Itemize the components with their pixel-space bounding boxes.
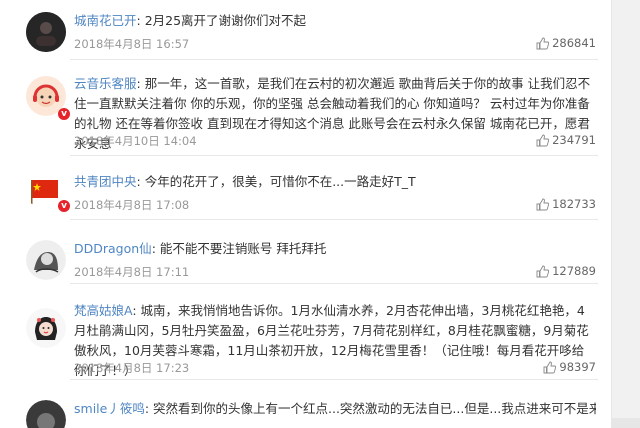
comment-time: 2018年4月8日 17:11 bbox=[74, 265, 190, 279]
comment-username[interactable]: smile丿筱鸣 bbox=[74, 401, 145, 416]
thumb-up-icon bbox=[536, 134, 550, 146]
user-avatar[interactable] bbox=[26, 400, 66, 428]
comment-time: 2018年4月8日 16:57 bbox=[74, 37, 190, 51]
scrollbar[interactable] bbox=[611, 0, 640, 428]
like-button[interactable]: 182733 bbox=[536, 197, 596, 211]
verified-badge-icon: v bbox=[58, 108, 70, 120]
dark-circle-avatar-icon bbox=[26, 12, 66, 52]
comment-meta: 2018年4月8日 17:08 182733 bbox=[74, 197, 596, 215]
comment-username[interactable]: 云音乐客服 bbox=[74, 76, 137, 91]
girl-portrait-avatar-icon bbox=[26, 308, 66, 348]
comment-username[interactable]: DDDragon仙 bbox=[74, 241, 152, 256]
comment-item: 城南花已开: 2月25离开了谢谢你们对不起 2018年4月8日 16:57 28… bbox=[0, 0, 612, 60]
verified-badge-icon: v bbox=[58, 200, 70, 212]
comment-username[interactable]: 梵高姑娘A bbox=[74, 303, 132, 318]
sketch-portrait-avatar-icon bbox=[26, 240, 66, 280]
comment-body: : 今年的花开了，很美，可惜你不在...一路走好T_T bbox=[136, 174, 416, 189]
thumb-up-icon bbox=[536, 265, 550, 277]
thumb-up-icon bbox=[536, 198, 550, 210]
comment-meta: 2018年4月8日 17:23 98397 bbox=[74, 360, 596, 378]
divider bbox=[70, 379, 598, 380]
comment-time: 2018年4月10日 14:04 bbox=[74, 134, 197, 148]
thumb-up-icon bbox=[543, 361, 557, 373]
comment-username[interactable]: 城南花已开 bbox=[74, 13, 137, 28]
scrollbar-thumb[interactable] bbox=[612, 418, 640, 428]
comment-text: 共青团中央: 今年的花开了，很美，可惜你不在...一路走好T_T bbox=[74, 172, 596, 192]
comment-item: v 云音乐客服: 那一年，这一首歌，是我们在云村的初次邂逅 歌曲背后关于你的故事… bbox=[0, 60, 612, 156]
like-button[interactable]: 286841 bbox=[536, 36, 596, 50]
comment-body: : 2月25离开了谢谢你们对不起 bbox=[136, 13, 307, 28]
comment-body: : 突然看到你的头像上有一个红点...突然激动的无法自已...但是...我点进来… bbox=[144, 401, 596, 416]
like-count: 182733 bbox=[552, 197, 596, 211]
comment-time: 2018年4月8日 17:08 bbox=[74, 198, 190, 212]
like-button[interactable]: 98397 bbox=[543, 360, 596, 374]
like-count: 286841 bbox=[552, 36, 596, 50]
user-avatar[interactable] bbox=[26, 240, 66, 280]
like-count: 127889 bbox=[552, 264, 596, 278]
comment-item: v 共青团中央: 今年的花开了，很美，可惜你不在...一路走好T_T 2018年… bbox=[0, 156, 612, 220]
comment-item: smile丿筱鸣: 突然看到你的头像上有一个红点...突然激动的无法自已...但… bbox=[0, 390, 612, 428]
comment-username[interactable]: 共青团中央 bbox=[74, 174, 137, 189]
comment-meta: 2018年4月8日 17:11 127889 bbox=[74, 264, 596, 282]
like-count: 234791 bbox=[552, 133, 596, 147]
comment-meta: 2018年4月8日 16:57 286841 bbox=[74, 36, 596, 54]
user-avatar[interactable] bbox=[26, 308, 66, 348]
comment-text: smile丿筱鸣: 突然看到你的头像上有一个红点...突然激动的无法自已...但… bbox=[74, 399, 596, 419]
like-button[interactable]: 127889 bbox=[536, 264, 596, 278]
like-count: 98397 bbox=[559, 360, 596, 374]
cat-avatar-icon bbox=[26, 400, 66, 428]
user-avatar[interactable] bbox=[26, 12, 66, 52]
comment-list: 城南花已开: 2月25离开了谢谢你们对不起 2018年4月8日 16:57 28… bbox=[0, 0, 612, 428]
comment-meta: 2018年4月10日 14:04 234791 bbox=[74, 133, 596, 151]
comment-text: DDDragon仙: 能不能不要注销账号 拜托拜托 bbox=[74, 239, 596, 259]
thumb-up-icon bbox=[536, 37, 550, 49]
comment-item: DDDragon仙: 能不能不要注销账号 拜托拜托 2018年4月8日 17:1… bbox=[0, 220, 612, 284]
comment-item: 梵高姑娘A: 城南，来我悄悄地告诉你。1月水仙清水养，2月杏花伸出墙，3月桃花红… bbox=[0, 284, 612, 380]
comment-time: 2018年4月8日 17:23 bbox=[74, 361, 190, 375]
like-button[interactable]: 234791 bbox=[536, 133, 596, 147]
comment-body: : 能不能不要注销账号 拜托拜托 bbox=[151, 241, 327, 256]
comment-text: 城南花已开: 2月25离开了谢谢你们对不起 bbox=[74, 11, 596, 31]
